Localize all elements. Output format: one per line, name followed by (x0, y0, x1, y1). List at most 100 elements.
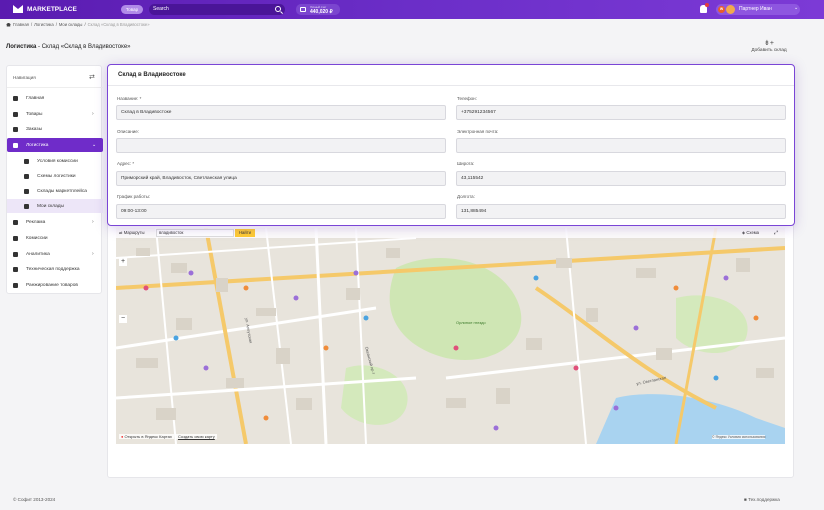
yandex-map[interactable]: ⇌ Маршруты владивосток Найти ◈ Схема ⤢ +… (116, 228, 785, 444)
sidebar-item-label: Главная (26, 95, 45, 101)
footer-support-link[interactable]: ■ Тех.поддержка (744, 497, 780, 502)
avatar (726, 5, 735, 14)
map-layers-label: Схема (746, 230, 759, 235)
sidebar-item-label: Техническая поддержка (26, 266, 80, 272)
sidebar-item-ads[interactable]: Реклама › (7, 215, 103, 229)
sidebar-item-logistics[interactable]: Логистика ⌄ (7, 138, 103, 152)
swap-icon[interactable]: ⇄ (89, 73, 95, 81)
map-create-link[interactable]: Создать свою карту (176, 434, 217, 439)
chevron-right-icon: › (92, 251, 94, 257)
add-warehouse-label: Добавить склад (751, 48, 787, 53)
truck-icon (13, 142, 18, 148)
phone-field[interactable]: +375291234567 (456, 105, 786, 120)
ranking-icon (13, 282, 18, 288)
name-field[interactable]: Склад в Владивостоке (116, 105, 446, 120)
percent-icon (13, 235, 18, 241)
wallet-icon (300, 7, 306, 12)
map-routes-label: Маршруты (123, 230, 145, 235)
map-layers-button[interactable]: ◈ Схема (742, 229, 759, 237)
sidebar-item-label: Товары (26, 111, 43, 117)
map-find-button[interactable]: Найти (235, 229, 255, 237)
name-label: Название: * (117, 96, 142, 101)
user-menu[interactable]: W Партнер Иван ⌄ (716, 4, 800, 15)
divider (108, 85, 794, 86)
breadcrumb-current: Склад «Склад в Владивостоке» (87, 22, 150, 27)
hours-label: График работы: (117, 194, 151, 199)
sidebar-item-commission-terms[interactable]: Условия комиссии (7, 154, 103, 168)
fullscreen-icon[interactable]: ⤢ (774, 229, 778, 237)
top-bar: MARKETPLACE Товар Search Личный счет 440,… (0, 0, 824, 19)
breadcrumb: Главная / Логистика / Мои склады / Склад «С… (6, 22, 150, 27)
breadcrumb-separator: / (84, 22, 86, 27)
sidebar-item-support[interactable]: Техническая поддержка (7, 262, 103, 276)
description-field[interactable] (116, 138, 446, 153)
map-copyright: © Яндекс Условия использования (712, 435, 766, 439)
email-field[interactable] (456, 138, 786, 153)
sidebar-item-label: Схемы логистики (37, 173, 76, 179)
sidebar-heading: Навигация (13, 75, 36, 80)
sidebar-item-label: Условия комиссии (37, 158, 78, 164)
sidebar-item-analytics[interactable]: Аналитика › (7, 247, 103, 261)
sidebar-item-products[interactable]: Товары › (7, 107, 103, 121)
sidebar-item-label: Логистика (26, 142, 49, 148)
add-warehouse-button[interactable]: ⇟+ Добавить склад (746, 40, 792, 53)
page-title: Логистика - Склад «Склад в Владивостоке» (6, 44, 131, 50)
chart-icon (13, 251, 18, 257)
address-label: Адрес: * (117, 161, 135, 166)
sidebar-item-logistics-schemes[interactable]: Схемы логистики (7, 169, 103, 183)
breadcrumb-logistics[interactable]: Логистика (34, 22, 54, 27)
building-icon (24, 188, 29, 194)
chevron-right-icon: › (92, 111, 94, 117)
search-icon[interactable] (275, 6, 281, 12)
page-title-rest: - Склад «Склад в Владивостоке» (36, 44, 131, 50)
home-icon[interactable] (6, 22, 11, 27)
chevron-right-icon: › (92, 219, 94, 225)
map-routes-button[interactable]: ⇌ Маршруты (119, 229, 145, 237)
megaphone-icon (13, 219, 18, 225)
latitude-label: Широта: (457, 161, 475, 166)
sidebar-item-marketplace-warehouses[interactable]: Склады маркетплейса (7, 184, 103, 198)
page-title-section: Логистика (6, 44, 37, 50)
warehouse-form-card: Склад в Владивостоке Название: * Склад в… (107, 64, 795, 226)
footer-support-label: Тех.поддержка (748, 497, 780, 502)
sidebar-item-orders[interactable]: Заказы (7, 122, 103, 136)
sidebar-item-home[interactable]: Главная (7, 91, 103, 105)
sidebar-item-commissions[interactable]: Комиссии (7, 231, 103, 245)
longitude-field[interactable]: 131,885494 (456, 204, 786, 219)
search-category-pill[interactable]: Товар (121, 5, 143, 14)
warehouse-icon (24, 203, 29, 209)
box-icon (13, 111, 18, 117)
hours-field[interactable]: 09:00-13:00 (116, 204, 446, 219)
wallet-balance[interactable]: Личный счет 440,020 ₽ (296, 4, 340, 15)
map-open-yandex-label: Открыть в Яндекс Картах (124, 434, 172, 439)
breadcrumb-separator: / (30, 22, 33, 27)
notification-badge (705, 3, 709, 7)
add-warehouse-icon: ⇟+ (764, 40, 774, 47)
latitude-field[interactable]: 43,115542 (456, 171, 786, 186)
logo-icon (13, 5, 23, 13)
phone-label: Телефон: (457, 96, 477, 101)
sidebar-item-ranking[interactable]: Ранжирование товаров (7, 278, 103, 292)
search-input[interactable]: Search (149, 4, 285, 15)
breadcrumb-home[interactable]: Главная (13, 22, 29, 27)
map-open-yandex-link[interactable]: ● Открыть в Яндекс Картах (119, 434, 174, 439)
sidebar-item-my-warehouses[interactable]: Мои склады (7, 199, 103, 213)
address-field[interactable]: Приморский край, Владивосток, Светланска… (116, 171, 446, 186)
breadcrumb-my-warehouses[interactable]: Мои склады (59, 22, 83, 27)
logo[interactable]: MARKETPLACE (13, 5, 77, 13)
map-zoom-in-button[interactable]: + (119, 258, 127, 266)
sidebar-item-label: Реклама (26, 219, 46, 225)
map-zoom-out-button[interactable]: − (119, 315, 127, 323)
map-canvas[interactable] (116, 228, 785, 444)
tag-icon (24, 158, 29, 164)
sidebar-item-label: Комиссии (26, 235, 48, 241)
map-park-label: Орлиное гнездо (456, 320, 486, 325)
sidebar-item-label: Аналитика (26, 251, 50, 257)
chevron-down-icon: ⌄ (92, 142, 97, 148)
description-label: Описание: (117, 129, 139, 134)
sidebar: Навигация ⇄ Главная Товары › Заказы Логис… (6, 65, 103, 294)
list-icon (24, 173, 29, 179)
user-name: Партнер Иван (739, 6, 772, 12)
map-search-input[interactable]: владивосток (156, 229, 234, 237)
support-icon (13, 266, 18, 272)
